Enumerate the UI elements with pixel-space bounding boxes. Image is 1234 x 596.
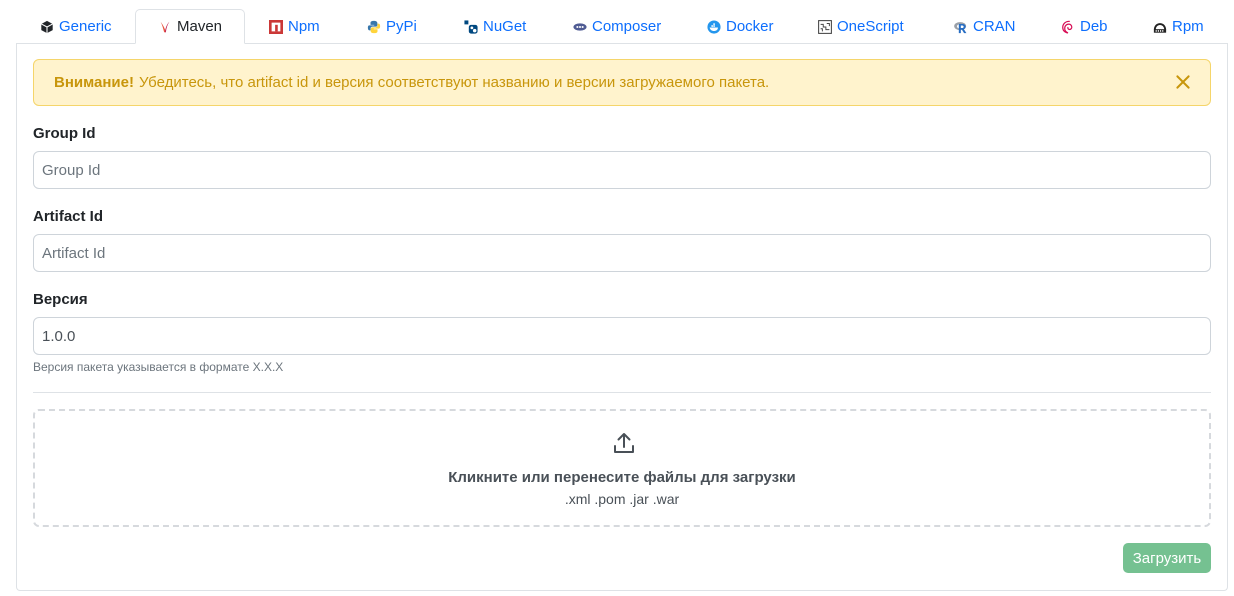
npm-icon [269,19,283,34]
tab-label: NuGet [483,18,527,35]
tab-label: Npm [288,18,320,35]
tab-label: Maven [177,18,223,35]
version-help-text: Версия пакета указывается в формате X.X.… [33,360,284,374]
nuget-icon [464,19,478,34]
tab-label: Composer [592,18,662,35]
debian-icon [1061,20,1075,34]
tab-composer[interactable]: Composer [573,9,661,44]
divider [33,392,1211,393]
tab-label: OneScript [837,18,904,35]
dropzone-extensions: .xml .pom .jar .war [564,491,680,507]
tab-cran[interactable]: CRAN [954,9,1016,44]
package-type-tabs: Generic Maven Npm PyPi NuGet Composer Do… [16,9,1228,44]
docker-icon [707,19,721,34]
maven-feather-icon [158,20,172,34]
upload-button[interactable]: Загрузить [1123,543,1211,573]
tab-npm[interactable]: Npm [269,9,320,44]
tab-maven[interactable]: Maven [135,9,246,44]
tab-label: CRAN [973,18,1016,35]
dropzone-title: Кликните или перенесите файлы для загруз… [448,469,796,486]
upload-icon [612,431,636,455]
tab-label: Docker [726,18,774,35]
tab-label: Generic [59,18,112,35]
version-label: Версия [33,291,88,308]
tab-label: PyPi [386,18,417,35]
group-id-label: Group Id [33,125,96,142]
tab-pypi[interactable]: PyPi [367,9,417,44]
version-input[interactable] [33,317,1211,355]
alert-message: Убедитесь, что artifact id и версия соот… [138,74,770,91]
rpm-icon [1153,20,1167,34]
artifact-id-input[interactable] [33,234,1211,272]
python-icon [367,20,381,34]
warning-alert: Внимание! Убедитесь, что artifact id и в… [33,59,1211,106]
tab-label: Deb [1080,18,1108,35]
alert-title: Внимание! [54,74,134,91]
tab-rpm[interactable]: Rpm [1153,9,1204,44]
tab-onescript[interactable]: OneScript [818,9,904,44]
onescript-icon [818,19,832,34]
composer-icon [573,20,587,34]
tab-deb[interactable]: Deb [1061,9,1108,44]
group-id-input[interactable] [33,151,1211,189]
file-dropzone[interactable]: Кликните или перенесите файлы для загруз… [33,409,1211,527]
tab-docker[interactable]: Docker [707,9,774,44]
box-icon [40,20,54,34]
upload-panel: Внимание! Убедитесь, что artifact id и в… [16,43,1228,591]
tab-nuget[interactable]: NuGet [464,9,526,44]
tab-label: Rpm [1172,18,1204,35]
tab-generic[interactable]: Generic [40,9,112,44]
artifact-id-label: Artifact Id [33,208,104,225]
r-icon [954,20,968,34]
close-icon[interactable] [1174,73,1192,91]
